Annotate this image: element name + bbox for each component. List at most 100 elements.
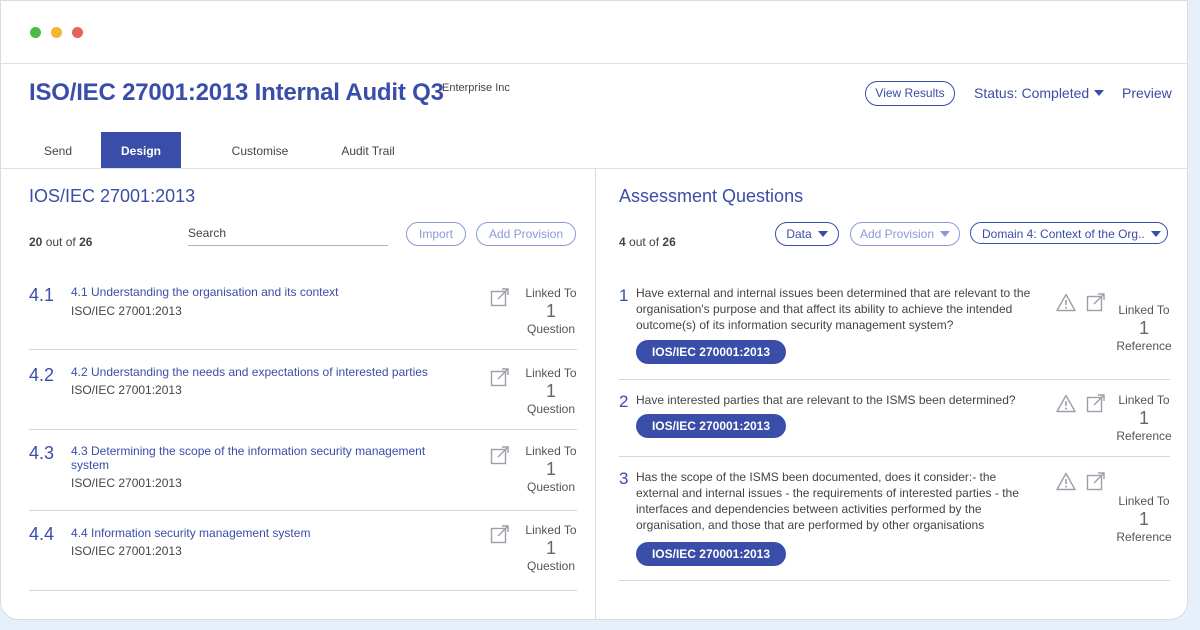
count-shown: 20 (29, 235, 43, 249)
edit-link-icon[interactable] (490, 287, 510, 307)
add-provision-button[interactable]: Add Provision (850, 222, 960, 246)
provision-standard: ISO/IEC 27001:2013 (71, 476, 182, 490)
page-header: ISO/IEC 27001:2013 Internal Audit Q3 Ent… (1, 63, 1187, 169)
view-results-button[interactable]: View Results (865, 81, 955, 106)
tab-send[interactable]: Send (23, 132, 93, 168)
count-total: 26 (662, 235, 676, 249)
domain-dropdown[interactable]: Domain 4: Context of the Org.. (970, 222, 1168, 244)
question-number: 3 (619, 469, 629, 488)
provision-number: 4.3 (29, 443, 55, 463)
linked-count: 1 (1138, 318, 1149, 338)
linked-count: 1 (545, 381, 556, 401)
linked-to-info: Linked To 1 Question (516, 364, 586, 418)
edit-link-icon[interactable] (1086, 292, 1106, 312)
provision-title[interactable]: 4.4 Information security management syst… (71, 526, 461, 540)
question-row[interactable]: 2 Have interested parties that are relev… (619, 379, 1172, 457)
search-underline (188, 245, 388, 246)
question-row[interactable]: 3 Has the scope of the ISMS been documen… (619, 456, 1172, 581)
linked-label: Linked To (525, 366, 577, 380)
caret-down-icon (817, 231, 828, 237)
search-input[interactable]: Search (188, 226, 226, 240)
edit-link-icon[interactable] (1086, 393, 1106, 413)
standard-tag[interactable]: IOS/IEC 270001:2013 (636, 340, 786, 364)
linked-count: 1 (1138, 509, 1149, 529)
warning-icon[interactable] (1056, 472, 1076, 491)
provision-number: 4.4 (29, 524, 55, 544)
status-dropdown[interactable]: Status: Completed (974, 85, 1105, 101)
data-dropdown-label: Data (786, 227, 812, 241)
provision-standard: ISO/IEC 27001:2013 (71, 304, 182, 318)
provisions-count: 20 out of 26 (29, 235, 92, 249)
linked-label: Linked To (1118, 303, 1170, 317)
linked-unit: Question (526, 322, 576, 336)
provision-row[interactable]: 4.3 4.3 Determining the scope of the inf… (29, 429, 577, 511)
question-number: 1 (619, 286, 629, 305)
provisions-title: IOS/IEC 27001:2013 (29, 186, 196, 206)
questions-title: Assessment Questions (619, 186, 804, 206)
app-window: ISO/IEC 27001:2013 Internal Audit Q3 Ent… (0, 0, 1188, 620)
tab-customise[interactable]: Customise (220, 132, 300, 168)
linked-label: Linked To (1118, 494, 1170, 508)
provision-row[interactable]: 4.4 4.4 Information security management … (29, 510, 577, 591)
linked-to-info: Linked To 1 Reference (1109, 391, 1179, 445)
edit-link-icon[interactable] (490, 445, 510, 465)
provision-standard: ISO/IEC 27001:2013 (71, 383, 182, 397)
window-titlebar (1, 1, 1187, 64)
edit-link-icon[interactable] (490, 524, 510, 544)
questions-count: 4 out of 26 (619, 235, 676, 249)
linked-label: Linked To (525, 444, 577, 458)
linked-count: 1 (1138, 408, 1149, 428)
caret-down-icon (940, 231, 951, 237)
provision-title[interactable]: 4.2 Understanding the needs and expectat… (71, 365, 461, 379)
linked-to-info: Linked To 1 Question (516, 284, 586, 338)
edit-link-icon[interactable] (490, 367, 510, 387)
provision-title[interactable]: 4.3 Determining the scope of the informa… (71, 444, 461, 472)
linked-unit: Question (526, 402, 576, 416)
organization-name: Enterprise Inc (442, 82, 510, 94)
provision-number: 4.1 (29, 285, 55, 305)
page-title: ISO/IEC 27001:2013 Internal Audit Q3 (29, 79, 444, 106)
standard-tag[interactable]: IOS/IEC 270001:2013 (636, 414, 786, 438)
domain-dropdown-label: Domain 4: Context of the Org.. (982, 227, 1145, 241)
question-text: Have external and internal issues been d… (636, 286, 1031, 332)
count-separator: out of (42, 235, 80, 249)
count-separator: out of (625, 235, 663, 249)
add-provision-button[interactable]: Add Provision (476, 222, 576, 246)
provision-row[interactable]: 4.1 4.1 Understanding the organisation a… (29, 269, 577, 350)
linked-count: 1 (545, 301, 556, 321)
linked-count: 1 (545, 538, 556, 558)
count-total: 26 (79, 235, 93, 249)
linked-unit: Question (526, 559, 576, 573)
linked-to-info: Linked To 1 Reference (1109, 492, 1179, 546)
linked-unit: Question (526, 480, 576, 494)
linked-unit: Reference (1116, 429, 1172, 443)
linked-unit: Reference (1116, 339, 1172, 353)
provision-row[interactable]: 4.2 4.2 Understanding the needs and expe… (29, 349, 577, 430)
question-number: 2 (619, 392, 629, 411)
provision-standard: ISO/IEC 27001:2013 (71, 544, 182, 558)
linked-unit: Reference (1116, 530, 1172, 544)
question-row[interactable]: 1 Have external and internal issues been… (619, 269, 1172, 380)
linked-to-info: Linked To 1 Question (516, 521, 586, 575)
standard-tag[interactable]: IOS/IEC 270001:2013 (636, 542, 786, 566)
add-provision-label: Add Provision (859, 227, 935, 241)
count-shown: 4 (619, 235, 626, 249)
data-dropdown[interactable]: Data (775, 222, 839, 246)
warning-icon[interactable] (1056, 394, 1076, 413)
caret-down-icon (1094, 90, 1105, 96)
import-button[interactable]: Import (406, 222, 466, 246)
provision-number: 4.2 (29, 365, 55, 385)
window-close-dot[interactable] (72, 27, 83, 38)
window-maximize-dot[interactable] (30, 27, 41, 38)
linked-label: Linked To (525, 286, 577, 300)
provision-title[interactable]: 4.1 Understanding the organisation and i… (71, 285, 461, 299)
tab-audit-trail[interactable]: Audit Trail (328, 132, 408, 168)
preview-link[interactable]: Preview (1122, 85, 1172, 101)
warning-icon[interactable] (1056, 293, 1076, 312)
linked-to-info: Linked To 1 Question (516, 442, 586, 496)
tab-design[interactable]: Design (101, 132, 181, 168)
edit-link-icon[interactable] (1086, 471, 1106, 491)
caret-down-icon (1151, 231, 1161, 237)
status-label: Status: Completed (974, 85, 1090, 101)
window-minimize-dot[interactable] (51, 27, 62, 38)
